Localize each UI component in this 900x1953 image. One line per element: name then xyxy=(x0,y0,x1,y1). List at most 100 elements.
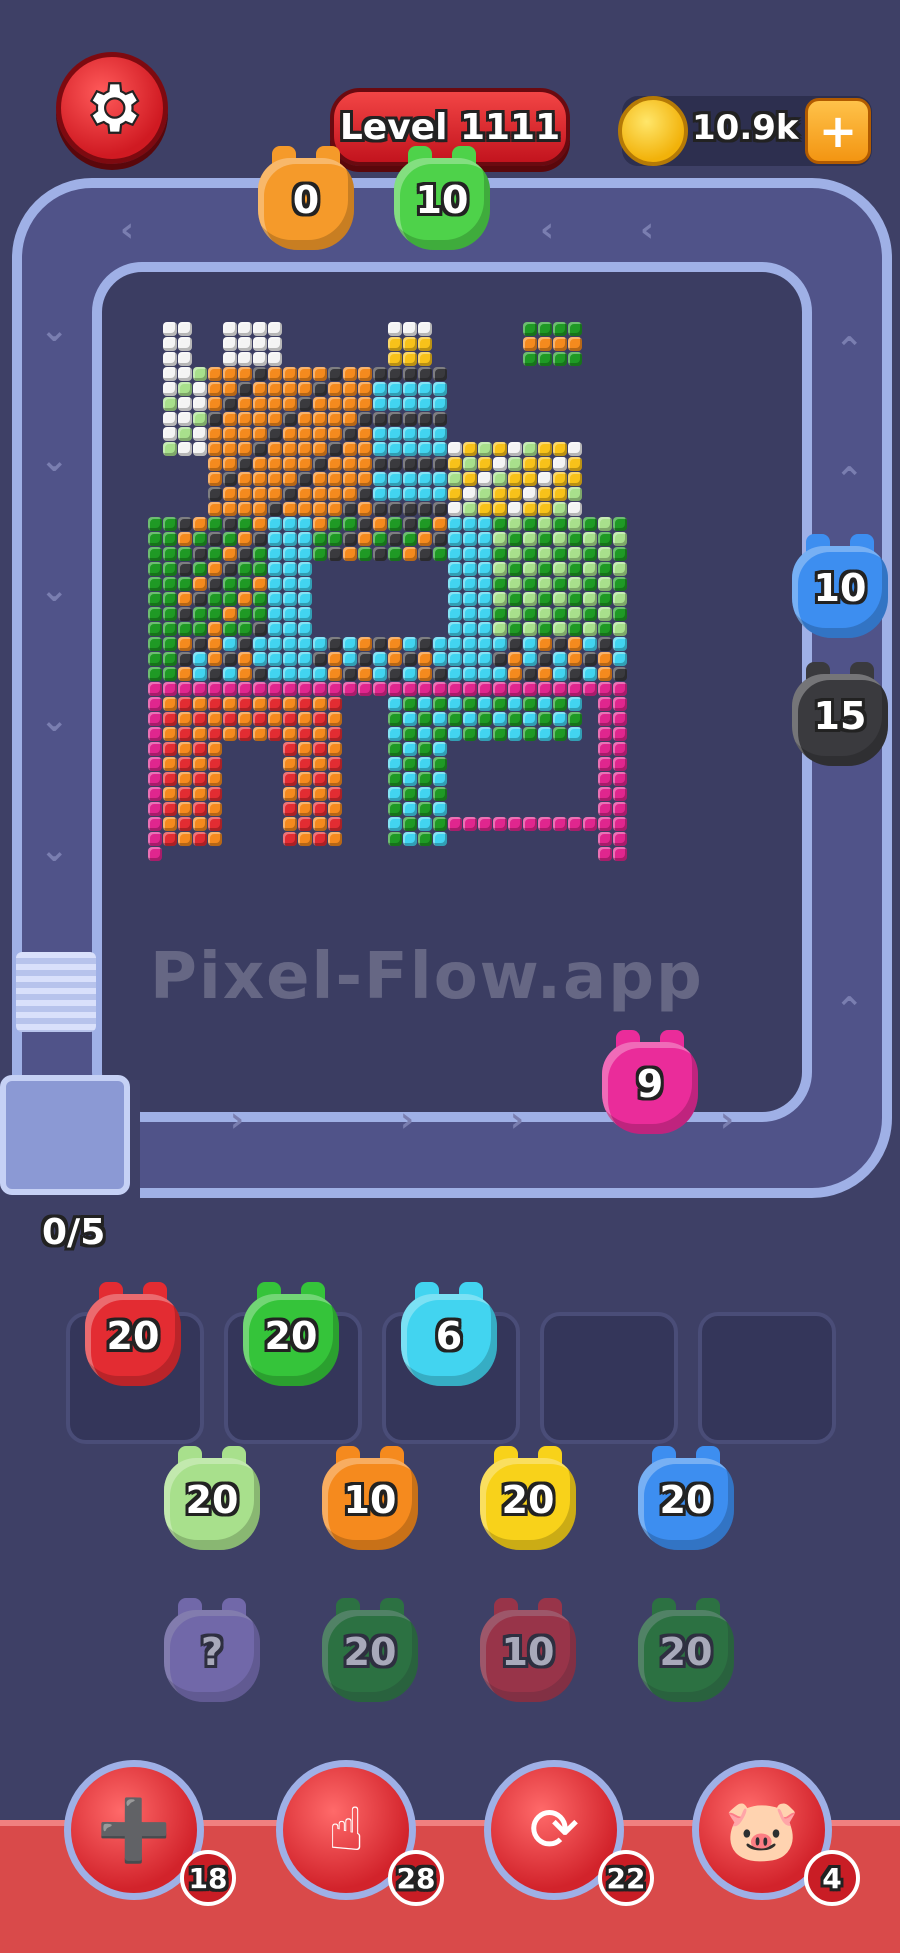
pixel-tile xyxy=(238,457,252,471)
pixel-tile xyxy=(598,547,612,561)
track-pig-green: 10 xyxy=(386,140,498,260)
pixel-tile xyxy=(328,742,342,756)
pixel-tile xyxy=(433,547,447,561)
pig-count: 20 xyxy=(264,1314,318,1358)
pixel-tile xyxy=(553,637,567,651)
pixel-tile xyxy=(253,682,267,696)
pixel-tile xyxy=(163,607,177,621)
pixel-tile xyxy=(613,697,627,711)
pig-count[interactable]: 20 xyxy=(660,1478,713,1522)
pixel-tile xyxy=(493,622,507,636)
pixel-tile xyxy=(208,397,222,411)
pixel-tile xyxy=(208,382,222,396)
pixel-tile xyxy=(403,682,417,696)
pixel-tile xyxy=(298,757,312,771)
pixel-tile xyxy=(178,832,192,846)
pixel-tile xyxy=(403,637,417,651)
pixel-tile xyxy=(583,622,597,636)
pixel-tile xyxy=(403,712,417,726)
pixel-tile xyxy=(208,532,222,546)
pixel-tile xyxy=(298,442,312,456)
pixel-tile xyxy=(328,427,342,441)
pixel-tile xyxy=(268,577,282,591)
pixel-tile xyxy=(553,457,567,471)
pixel-tile xyxy=(508,442,522,456)
pixel-tile xyxy=(538,667,552,681)
pixel-tile xyxy=(508,652,522,666)
pixel-tile xyxy=(253,502,267,516)
pixel-tile xyxy=(553,652,567,666)
settings-button[interactable] xyxy=(56,52,168,164)
pixel-tile xyxy=(283,532,297,546)
pixel-tile xyxy=(148,757,162,771)
pixel-tile xyxy=(538,547,552,561)
pixel-tile xyxy=(463,442,477,456)
pixel-tile xyxy=(433,412,447,426)
pixel-tile xyxy=(388,697,402,711)
pixel-tile xyxy=(148,637,162,651)
pixel-tile xyxy=(238,442,252,456)
pixel-tile xyxy=(298,577,312,591)
pixel-tile xyxy=(493,547,507,561)
grid-pig-lightgreen[interactable]: 20 xyxy=(156,1440,268,1560)
pixel-tile xyxy=(208,547,222,561)
pixel-tile xyxy=(268,562,282,576)
pixel-tile xyxy=(268,652,282,666)
pixel-tile xyxy=(298,487,312,501)
track-arrow-icon: ‹ xyxy=(640,210,655,250)
pig-count: 10 xyxy=(501,1630,555,1674)
pixel-tile xyxy=(193,802,207,816)
pixel-tile xyxy=(388,457,402,471)
pixel-tile xyxy=(163,772,177,786)
pixel-tile xyxy=(463,502,477,516)
pixel-tile xyxy=(313,742,327,756)
pixel-tile xyxy=(223,487,237,501)
pixel-tile xyxy=(178,367,192,381)
add-coins-button[interactable]: + xyxy=(805,98,871,164)
pixel-tile xyxy=(208,457,222,471)
pixel-tile xyxy=(268,412,282,426)
pixel-tile xyxy=(208,682,222,696)
pixel-tile xyxy=(613,517,627,531)
pixel-tile xyxy=(433,382,447,396)
pixel-tile xyxy=(238,337,252,351)
pixel-tile xyxy=(568,472,582,486)
pig-count: 20 xyxy=(343,1630,397,1674)
pixel-tile xyxy=(328,787,342,801)
pixel-tile xyxy=(388,352,402,366)
pixel-tile xyxy=(553,817,567,831)
pixel-tile xyxy=(478,697,492,711)
pixel-tile xyxy=(268,682,282,696)
pixel-tile xyxy=(223,592,237,606)
pixel-tile xyxy=(538,562,552,576)
pixel-tile xyxy=(478,607,492,621)
pixel-tile xyxy=(148,817,162,831)
pixel-tile xyxy=(508,487,522,501)
pixel-tile xyxy=(238,727,252,741)
pixel-tile xyxy=(463,592,477,606)
pixel-tile xyxy=(583,817,597,831)
queue-progress: 0/5 xyxy=(42,1212,106,1253)
pixel-tile xyxy=(208,787,222,801)
pixel-tile xyxy=(283,442,297,456)
grid-pig-yellow[interactable]: 20 xyxy=(472,1440,584,1560)
grid-pig-blue[interactable]: 20 xyxy=(630,1440,742,1560)
track-arrow-icon: ‹ xyxy=(120,210,135,250)
grid-pig-orange[interactable]: 10 xyxy=(314,1440,426,1560)
pixel-tile xyxy=(253,547,267,561)
pixel-tile xyxy=(238,427,252,441)
pixel-tile xyxy=(523,682,537,696)
pixel-tile xyxy=(388,757,402,771)
pixel-tile xyxy=(298,382,312,396)
track-pig-blue: 10 xyxy=(784,528,896,648)
pixel-tile xyxy=(613,832,627,846)
pixel-tile xyxy=(568,442,582,456)
pixel-tile xyxy=(148,712,162,726)
pixel-tile xyxy=(253,712,267,726)
pixel-tile xyxy=(553,607,567,621)
track-arrow-icon: ⌃ xyxy=(835,330,864,370)
pixel-tile xyxy=(523,817,537,831)
pixel-tile xyxy=(553,502,567,516)
pixel-tile xyxy=(523,607,537,621)
pixel-tile xyxy=(268,622,282,636)
